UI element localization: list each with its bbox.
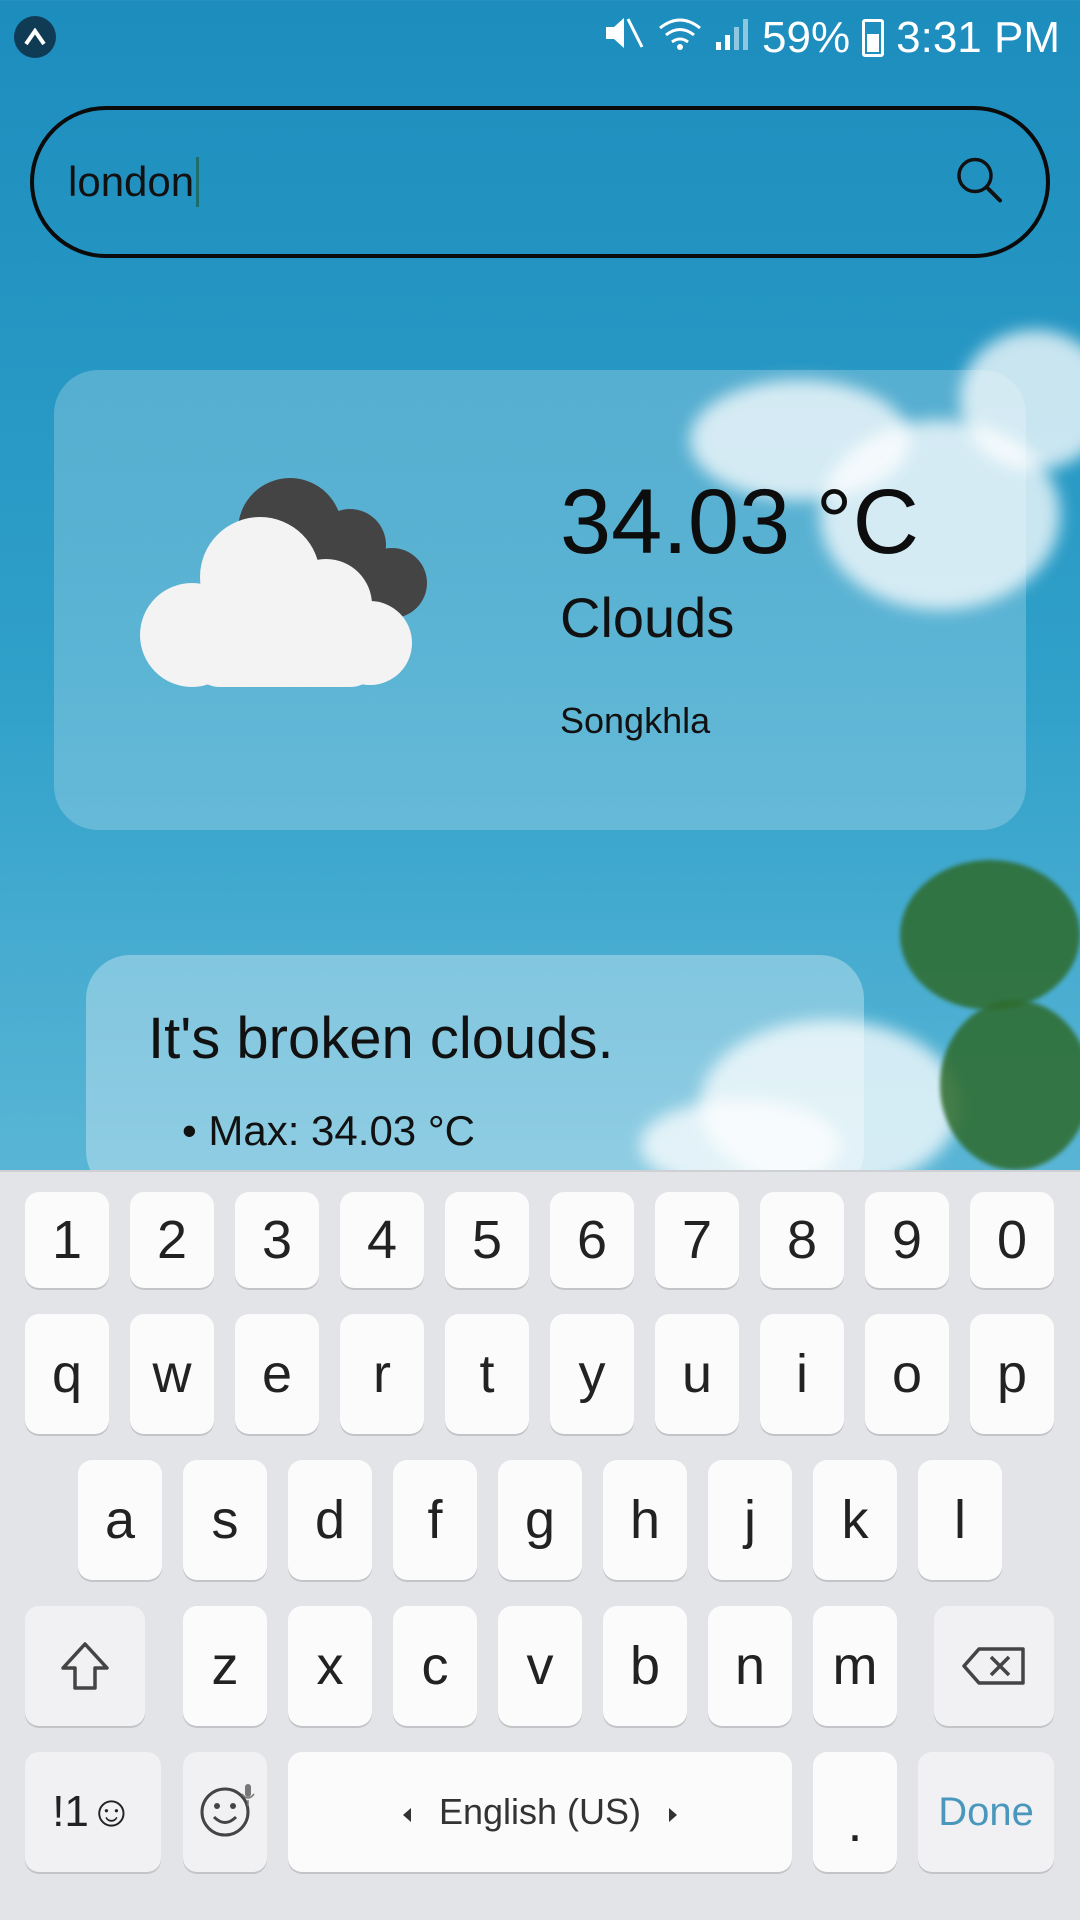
key-v[interactable]: v bbox=[498, 1606, 582, 1726]
app-notification-icon bbox=[14, 16, 56, 58]
key-r[interactable]: r bbox=[340, 1314, 424, 1434]
temperature: 34.03 °C bbox=[560, 471, 920, 573]
city-name: Songkhla bbox=[560, 700, 711, 741]
key-5[interactable]: 5 bbox=[445, 1192, 529, 1288]
mute-icon bbox=[602, 13, 646, 64]
key-1[interactable]: 1 bbox=[25, 1192, 109, 1288]
chevron-left-icon bbox=[401, 1791, 413, 1833]
cloud-icon bbox=[130, 465, 490, 705]
key-4[interactable]: 4 bbox=[340, 1192, 424, 1288]
period-key-label: . bbox=[847, 1793, 863, 1853]
key-s[interactable]: s bbox=[183, 1460, 267, 1580]
clock: 3:31 PM bbox=[896, 13, 1060, 62]
search-input[interactable]: london bbox=[68, 158, 194, 206]
signal-icon bbox=[714, 13, 750, 63]
key-p[interactable]: p bbox=[970, 1314, 1054, 1434]
key-n[interactable]: n bbox=[708, 1606, 792, 1726]
done-key-label: Done bbox=[938, 1789, 1034, 1834]
key-h[interactable]: h bbox=[603, 1460, 687, 1580]
key-o[interactable]: o bbox=[865, 1314, 949, 1434]
status-bar: 59% 3:31 PM bbox=[0, 0, 1080, 76]
background-tree bbox=[940, 1000, 1080, 1170]
chevron-right-icon bbox=[667, 1791, 679, 1833]
symbols-key-label: !1☺ bbox=[52, 1787, 134, 1836]
key-8[interactable]: 8 bbox=[760, 1192, 844, 1288]
backspace-icon bbox=[962, 1647, 1025, 1685]
key-2[interactable]: 2 bbox=[130, 1192, 214, 1288]
key-c[interactable]: c bbox=[393, 1606, 477, 1726]
text-cursor bbox=[196, 157, 200, 207]
key-0[interactable]: 0 bbox=[970, 1192, 1054, 1288]
weather-condition: Clouds bbox=[560, 586, 735, 649]
key-t[interactable]: t bbox=[445, 1314, 529, 1434]
key-g[interactable]: g bbox=[498, 1460, 582, 1580]
max-temperature: Max: 34.03 °C bbox=[208, 1107, 475, 1154]
key-j[interactable]: j bbox=[708, 1460, 792, 1580]
key-a[interactable]: a bbox=[78, 1460, 162, 1580]
key-b[interactable]: b bbox=[603, 1606, 687, 1726]
emoji-key[interactable] bbox=[183, 1752, 267, 1872]
keyboard-language-label: English (US) bbox=[438, 1791, 642, 1832]
weather-description: It's broken clouds. bbox=[148, 1006, 614, 1071]
backspace-key[interactable] bbox=[934, 1606, 1054, 1726]
key-u[interactable]: u bbox=[655, 1314, 739, 1434]
key-9[interactable]: 9 bbox=[865, 1192, 949, 1288]
key-q[interactable]: q bbox=[25, 1314, 109, 1434]
current-weather-card: 34.03 °C Clouds Songkhla bbox=[54, 370, 1026, 830]
on-screen-keyboard: 1 2 3 4 5 6 7 8 9 0 q w e r t y u i o p … bbox=[0, 1170, 1080, 1920]
search-icon[interactable] bbox=[954, 155, 1004, 210]
key-w[interactable]: w bbox=[130, 1314, 214, 1434]
key-l[interactable]: l bbox=[918, 1460, 1002, 1580]
battery-percent: 59% bbox=[762, 13, 851, 62]
search-bar[interactable]: london bbox=[30, 106, 1050, 258]
key-i[interactable]: i bbox=[760, 1314, 844, 1434]
wifi-icon bbox=[658, 13, 702, 63]
key-6[interactable]: 6 bbox=[550, 1192, 634, 1288]
background-tree bbox=[900, 860, 1080, 1010]
shift-icon bbox=[61, 1642, 109, 1690]
key-z[interactable]: z bbox=[183, 1606, 267, 1726]
key-d[interactable]: d bbox=[288, 1460, 372, 1580]
key-e[interactable]: e bbox=[235, 1314, 319, 1434]
key-m[interactable]: m bbox=[813, 1606, 897, 1726]
key-7[interactable]: 7 bbox=[655, 1192, 739, 1288]
key-y[interactable]: y bbox=[550, 1314, 634, 1434]
space-key[interactable]: English (US) bbox=[288, 1752, 792, 1872]
shift-key[interactable] bbox=[25, 1606, 145, 1726]
done-key[interactable]: Done bbox=[918, 1752, 1054, 1872]
battery-icon bbox=[862, 19, 885, 57]
period-key[interactable]: . bbox=[813, 1752, 897, 1872]
key-3[interactable]: 3 bbox=[235, 1192, 319, 1288]
list-item: • Max: 34.03 °C bbox=[182, 1107, 475, 1154]
key-k[interactable]: k bbox=[813, 1460, 897, 1580]
key-x[interactable]: x bbox=[288, 1606, 372, 1726]
microphone-icon bbox=[241, 1758, 255, 1820]
symbols-key[interactable]: !1☺ bbox=[25, 1752, 161, 1872]
weather-details-card: It's broken clouds. • Max: 34.03 °C bbox=[86, 955, 864, 1195]
key-f[interactable]: f bbox=[393, 1460, 477, 1580]
